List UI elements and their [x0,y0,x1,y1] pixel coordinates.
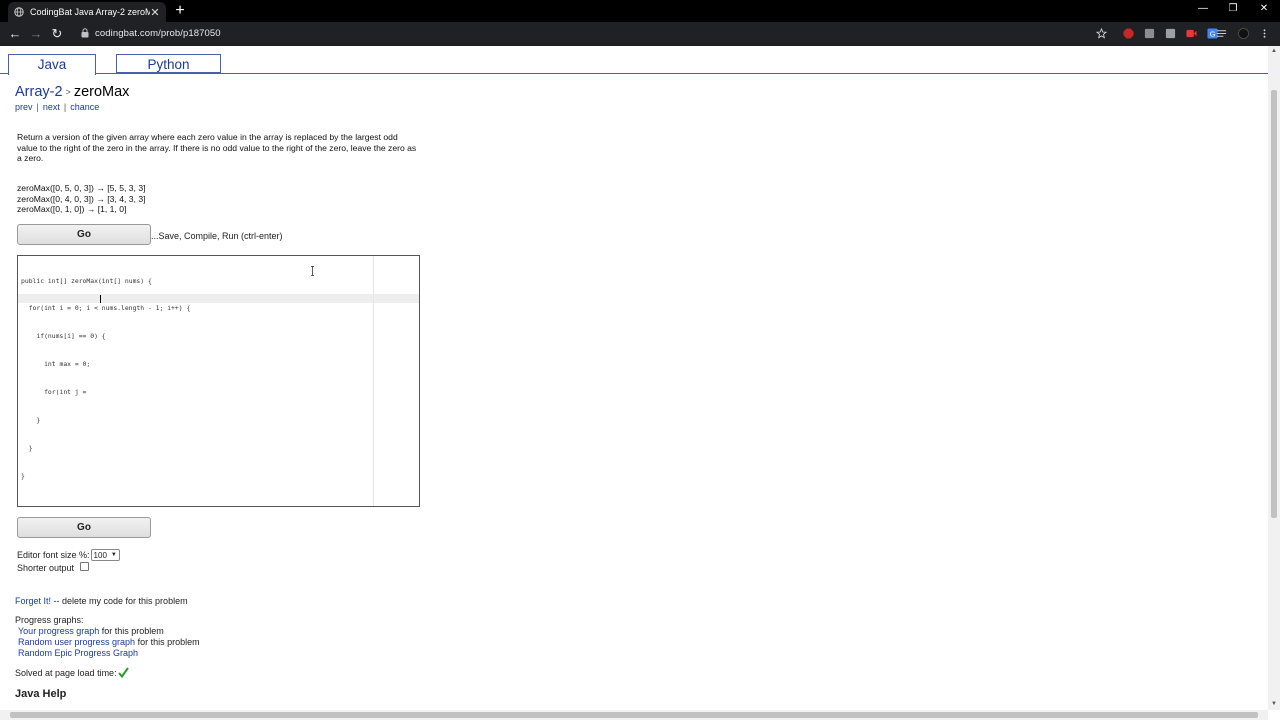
code-line: } [21,471,25,480]
solved-label: Solved at page load time: [15,667,117,678]
shorter-output-row: Shorter output [17,561,90,573]
bookmark-star-icon[interactable] [1096,28,1107,39]
browser-tab-strip: CodingBat Java Array-2 zeroMax ✕ + — ❐ ✕ [0,0,1280,22]
your-progress-link[interactable]: Your progress graph [18,626,99,636]
progress-item: Random Epic Progress Graph [18,648,138,658]
horizontal-scroll-thumb[interactable] [10,712,1258,718]
example-line: zeroMax([0, 1, 0]) → [1, 1, 0] [17,204,127,215]
tab-python[interactable]: Python [116,54,221,73]
code-line: if(nums[i] == 0) { [21,332,106,341]
go-hint: ...Save, Compile, Run (ctrl-enter) [151,231,283,241]
ibeam-cursor-icon [311,266,314,276]
window-close-button[interactable]: ✕ [1257,3,1271,14]
java-help-heading: Java Help [15,688,67,700]
random-user-progress-link[interactable]: Random user progress graph [18,637,135,647]
horizontal-scrollbar[interactable] [0,710,1268,720]
menu-dots-icon[interactable] [1259,28,1270,39]
next-link[interactable]: next [43,102,60,112]
go-button-top[interactable]: Go [17,224,151,245]
vertical-scrollbar[interactable]: ▲ ▼ [1268,46,1280,710]
problem-title: zeroMax [73,84,130,100]
example-line: zeroMax([0, 4, 0, 3]) → [3, 4, 3, 3] [17,193,146,204]
profile-avatar-icon[interactable] [1238,28,1249,39]
forget-row: Forget It! -- delete my code for this pr… [15,596,188,606]
code-line: for(int i = 0; i < nums.length - 1; i++)… [21,304,191,313]
reload-button[interactable]: ↻ [50,26,64,42]
reading-list-icon[interactable] [1216,28,1227,39]
screencast-icon[interactable] [1186,28,1197,39]
language-tabs: Java Python [0,54,1268,75]
new-tab-button[interactable]: + [174,2,186,20]
text-cursor [100,295,101,303]
tab-java[interactable]: Java [8,54,96,75]
breadcrumb-section-link[interactable]: Array-2 [15,84,63,100]
progress-item: Random user progress graph for this prob… [18,637,200,647]
scroll-up-icon[interactable]: ▲ [1271,48,1277,54]
font-size-select[interactable]: 100 ▼ [90,549,120,561]
font-size-label: Editor font size %: [17,550,90,560]
font-size-value: 100 [93,550,107,560]
scroll-down-icon[interactable]: ▼ [1271,701,1277,707]
random-epic-progress-link[interactable]: Random Epic Progress Graph [18,648,138,658]
print-margin [373,256,374,506]
solved-row: Solved at page load time: [15,667,129,678]
code-line: int max = 0; [21,360,91,369]
example-line: zeroMax([0, 5, 0, 3]) → [5, 5, 3, 3] [17,183,146,193]
go-button-bottom[interactable]: Go [17,517,151,538]
lock-icon [81,28,89,38]
progress-text: for this problem [99,626,164,636]
restore-button[interactable]: ❐ [1226,3,1240,14]
forget-text: -- delete my code for this problem [51,596,188,606]
breadcrumb-separator: > [65,87,71,98]
shorter-output-label: Shorter output [17,563,75,573]
forward-button[interactable]: → [29,26,43,42]
svg-text:G: G [1210,29,1216,38]
nav-separator: | [36,102,39,112]
prev-link[interactable]: prev [15,102,33,112]
progress-item: Your progress graph for this problem [18,626,164,636]
chance-link[interactable]: chance [70,102,99,112]
globe-icon [14,7,24,17]
examples: zeroMax([0, 5, 0, 3]) → [5, 5, 3, 3] zer… [17,183,145,215]
browser-toolbar: ← → ↻ codingbat.com/prob/p187050 G [0,22,1280,46]
progress-text: for this problem [135,637,200,647]
code-line: } [21,443,33,452]
forget-it-link[interactable]: Forget It! [15,596,51,606]
back-button[interactable]: ← [8,26,22,42]
vertical-scroll-thumb[interactable] [1271,90,1277,518]
adblock-icon[interactable] [1123,28,1134,39]
address-bar[interactable]: codingbat.com/prob/p187050 [95,28,221,39]
code-text[interactable]: public int[] zeroMax(int[] nums) { for(i… [21,258,190,500]
problem-description: Return a version of the given array wher… [17,132,417,164]
browser-tab[interactable]: CodingBat Java Array-2 zeroMax ✕ [8,2,166,22]
shorter-output-checkbox[interactable] [80,561,90,571]
page-content: Java Python Array-2 > zeroMax prev | next | ch… [0,46,1268,710]
code-line: public int[] zeroMax(int[] nums) { [21,276,152,285]
progress-graphs-title: Progress graphs: [15,615,84,625]
font-size-row: Editor font size %: 100 ▼ [17,549,120,561]
code-editor[interactable]: public int[] zeroMax(int[] nums) { for(i… [17,255,420,507]
code-line: for(int j = [21,388,91,397]
tab-close-icon[interactable]: ✕ [150,6,160,19]
chevron-down-icon: ▼ [110,552,117,558]
extension-square-icon[interactable] [1144,28,1155,39]
minimize-button[interactable]: — [1196,3,1210,14]
breadcrumb: Array-2 > zeroMax [15,84,129,100]
extension-square-icon-2[interactable] [1165,28,1176,39]
code-line: } [21,416,41,425]
tab-title: CodingBat Java Array-2 zeroMax [30,7,150,17]
checkmark-icon [117,667,129,678]
problem-nav: prev | next | chance [15,102,99,112]
nav-separator-2: | [63,102,67,112]
